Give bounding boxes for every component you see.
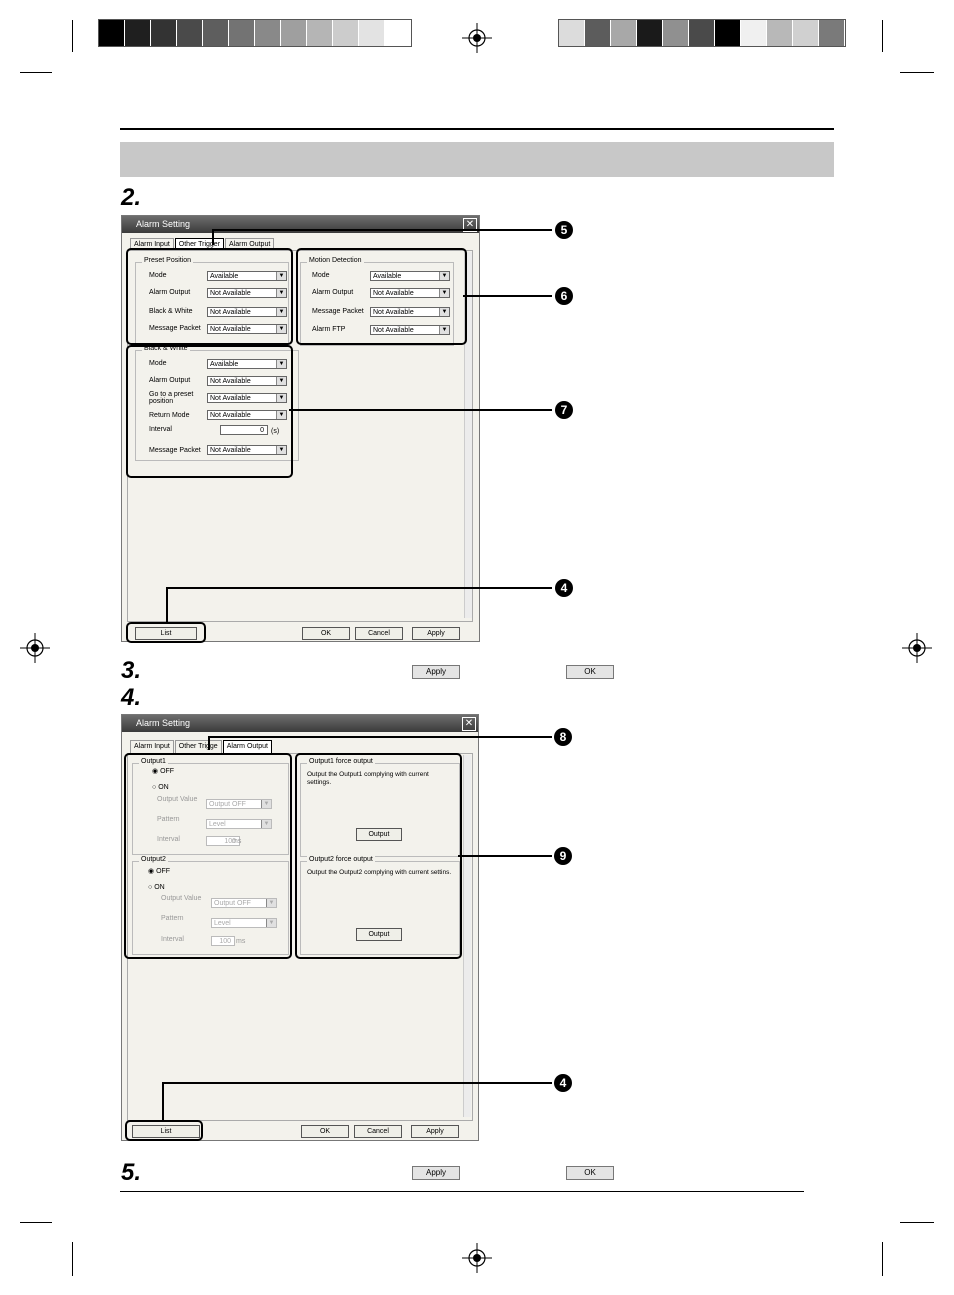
crop-mark [20,1222,52,1223]
callout-line [162,1082,164,1121]
color-swatch [715,20,741,46]
color-swatch [99,20,125,46]
color-calibration-bar-right [558,19,846,47]
color-swatch [663,20,689,46]
apply-button[interactable]: Apply [411,1125,459,1138]
callout-badge: 5 [555,221,573,239]
color-swatch [177,20,203,46]
registration-mark-icon [20,633,50,663]
tab-bar: Alarm Input Other Trigge Alarm Output [130,740,273,754]
callout-list-button [126,622,206,643]
color-swatch [637,20,663,46]
callout-badge: 4 [555,579,573,597]
crop-mark [72,20,73,52]
crop-mark [20,72,52,73]
callout-line [289,409,552,411]
cancel-button[interactable]: Cancel [354,1125,402,1138]
callout-line [458,855,552,857]
color-swatch [767,20,793,46]
color-swatch [151,20,177,46]
registration-mark-icon [462,1243,492,1273]
dialog-title: Alarm Setting [136,219,191,229]
apply-button-illustration: Apply [412,665,460,679]
ok-button[interactable]: OK [302,627,350,640]
section-heading-bar [120,142,834,177]
color-swatch [585,20,611,46]
ok-button[interactable]: OK [301,1125,349,1138]
callout-badge: 7 [555,401,573,419]
color-swatch [229,20,255,46]
tab-alarm-input[interactable]: Alarm Input [130,740,174,753]
crop-mark [900,72,934,73]
step-number: 4. [121,684,142,711]
callout-line [212,229,552,231]
color-calibration-bar-left [98,19,412,47]
scrollbar[interactable] [463,755,471,1117]
callout-line [166,587,552,589]
callout-badge: 9 [554,847,572,865]
color-swatch [741,20,767,46]
apply-button[interactable]: Apply [412,627,460,640]
callout-line [162,1082,552,1084]
ok-button-illustration: OK [566,1166,614,1180]
tab-alarm-output[interactable]: Alarm Output [222,740,272,754]
tab-other-trigger[interactable]: Other Trigge [174,740,222,753]
callout-output-groups [124,753,292,959]
step-number: 3. [121,657,142,684]
crop-mark [882,1242,883,1276]
callout-line [166,587,168,623]
footer-rule [120,1191,804,1192]
callout-badge: 8 [554,728,572,746]
color-swatch [281,20,307,46]
crop-mark [900,1222,934,1223]
dialog-title: Alarm Setting [136,718,191,728]
callout-line [212,229,214,245]
color-swatch [203,20,229,46]
callout-force-output [295,753,462,959]
color-swatch [359,20,385,46]
color-swatch [333,20,359,46]
step-number: 5. [121,1159,142,1186]
close-icon[interactable]: ✕ [462,717,476,731]
color-swatch [255,20,281,46]
cancel-button[interactable]: Cancel [355,627,403,640]
color-swatch [689,20,715,46]
dialog-title-bar: Alarm Setting [122,715,478,732]
color-swatch [793,20,819,46]
header-rule [120,128,834,130]
apply-button-illustration: Apply [412,1166,460,1180]
callout-line [208,736,552,738]
callout-preset-position [126,248,293,345]
ok-button-illustration: OK [566,665,614,679]
registration-mark-icon [902,633,932,663]
callout-line [208,736,210,750]
color-swatch [559,20,585,46]
callout-line [463,295,552,297]
crop-mark [882,20,883,52]
color-swatch [385,20,411,46]
callout-badge: 6 [555,287,573,305]
callout-list-button [125,1120,203,1141]
color-swatch [125,20,151,46]
color-swatch [611,20,637,46]
color-swatch [819,20,845,46]
registration-mark-icon [462,23,492,53]
color-swatch [307,20,333,46]
crop-mark [72,1242,73,1276]
step-number: 2. [121,184,142,211]
callout-black-white [126,345,293,478]
callout-motion-detection [296,248,467,345]
callout-badge: 4 [554,1074,572,1092]
